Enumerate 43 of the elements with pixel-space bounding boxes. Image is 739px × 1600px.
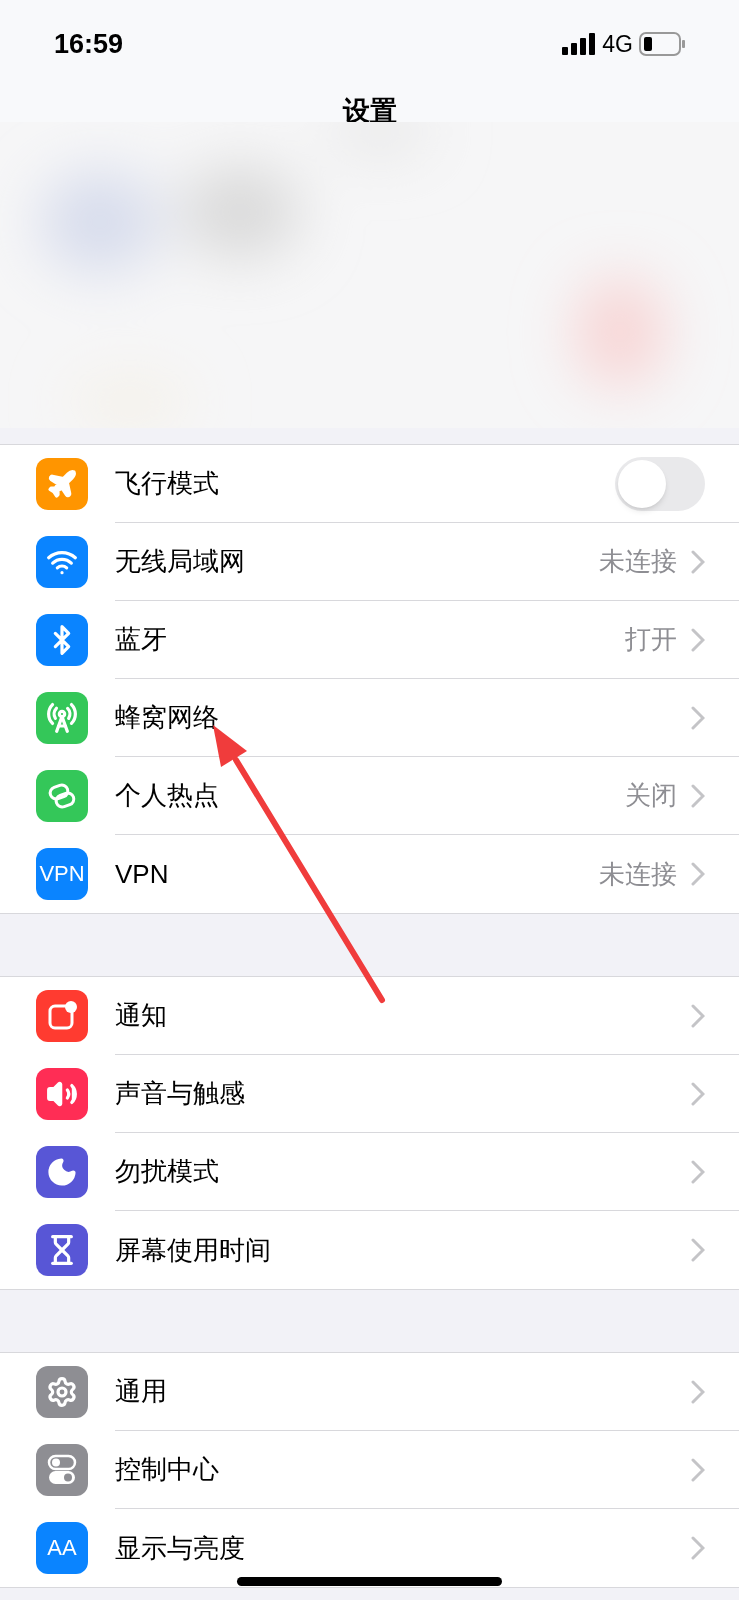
chain-link-icon <box>46 780 78 812</box>
chevron-icon <box>691 627 705 652</box>
chevron-icon <box>691 1159 705 1184</box>
chevron-icon <box>691 783 705 808</box>
row-label: 声音与触感 <box>115 1077 246 1110</box>
row-label: 个人热点 <box>115 779 220 812</box>
battery-icon <box>639 32 685 57</box>
chevron-icon <box>691 549 705 574</box>
status-time: 16:59 <box>54 28 124 61</box>
settings-icon <box>46 1376 78 1408</box>
chevron-icon <box>691 705 705 730</box>
icon-label: AA <box>47 1537 77 1559</box>
row-label: 控制中心 <box>115 1453 220 1486</box>
chevron-icon <box>691 1003 705 1028</box>
row-label: 无线局域网 <box>115 545 246 578</box>
chevron-icon <box>691 1536 705 1560</box>
network-type: 4G <box>602 30 633 59</box>
chevron-icon <box>691 862 705 886</box>
switches-icon <box>45 1453 79 1487</box>
row-label: 飞行模式 <box>115 467 220 500</box>
row-value: 打开 <box>625 623 677 656</box>
row-label: 勿扰模式 <box>115 1155 220 1188</box>
row-label: 显示与亮度 <box>115 1531 246 1565</box>
row-label: 通知 <box>115 999 168 1032</box>
signal-icon <box>562 33 597 56</box>
row-label: 屏幕使用时间 <box>115 1233 272 1267</box>
antenna-icon <box>46 702 78 734</box>
chevron-icon <box>691 1379 705 1404</box>
row-value: 未连接 <box>599 857 677 891</box>
moon-icon <box>46 1156 78 1188</box>
notification-icon <box>46 1000 78 1032</box>
row-label: 蜂窝网络 <box>115 701 220 734</box>
toggle-switch[interactable] <box>615 456 705 511</box>
chevron-icon <box>691 1457 705 1482</box>
row-label: VPN <box>115 857 170 891</box>
icon-label: VPN <box>39 863 85 885</box>
chevron-icon <box>691 1238 705 1262</box>
chevron-icon <box>691 1081 705 1106</box>
row-label: 通用 <box>115 1375 168 1408</box>
row-label: 蓝牙 <box>115 623 168 656</box>
row-value: 未连接 <box>599 545 677 578</box>
row-value: 关闭 <box>625 779 677 812</box>
airplane-icon <box>46 468 78 500</box>
